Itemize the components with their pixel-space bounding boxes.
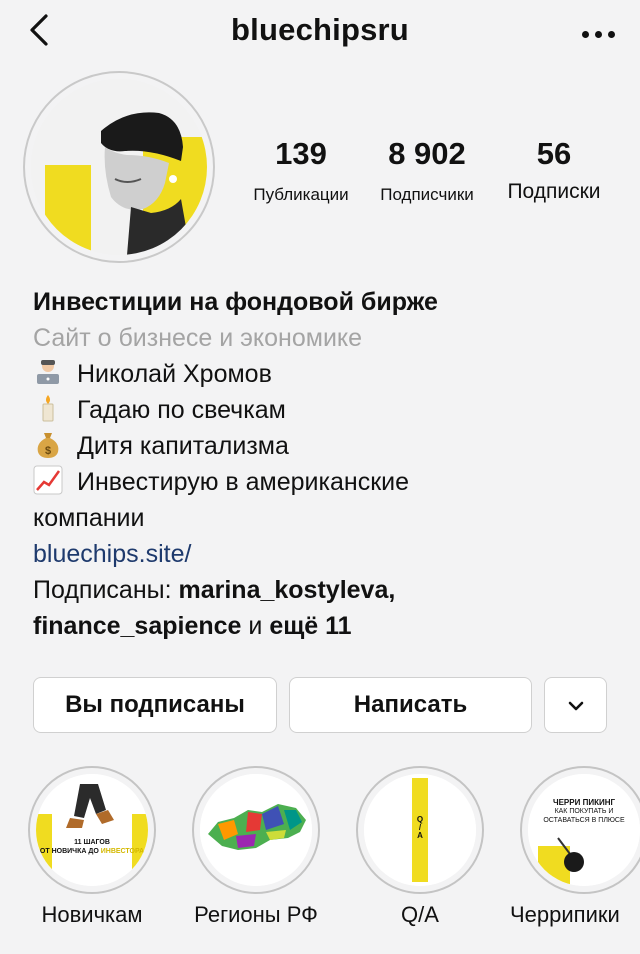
avatar-photo <box>31 79 207 255</box>
bio-line: Инвестирую в американские <box>33 464 623 500</box>
candle-icon <box>33 393 63 423</box>
stat-following[interactable]: 56 Подписки <box>494 136 614 203</box>
top-bar: bluechipsru <box>0 0 640 66</box>
following-count: 56 <box>536 136 572 171</box>
profile-username: bluechipsru <box>231 12 409 47</box>
money-bag-icon: $ <box>33 429 63 459</box>
followed-by-more-link[interactable]: ещё 11 <box>269 612 351 640</box>
svg-text:$: $ <box>45 445 51 457</box>
stat-posts[interactable]: 139 Публикации <box>241 136 361 206</box>
stat-followers[interactable]: 8 902 Подписчики <box>366 136 488 206</box>
highlight-label: Новичкам <box>41 902 143 927</box>
suggestions-dropdown-button[interactable] <box>544 677 607 733</box>
highlight-regions[interactable] <box>192 766 320 894</box>
followers-count: 8 902 <box>388 136 466 171</box>
highlight-cherrypicks[interactable]: ЧЕРРИ ПИКИНГ КАК ПОКУПАТЬ И ОСТАВАТЬСЯ В… <box>520 766 640 894</box>
followed-by-continued: finance_sapience и ещё 11 <box>33 612 352 640</box>
profile-avatar[interactable] <box>23 71 215 263</box>
highlight-cover: 11 ШАГОВ ОТ НОВИЧКА ДО ИНВЕСТОРА <box>36 774 148 886</box>
highlight-novice[interactable]: 11 ШАГОВ ОТ НОВИЧКА ДО ИНВЕСТОРА <box>28 766 156 894</box>
message-button[interactable]: Написать <box>289 677 532 733</box>
highlight-cover: ЧЕРРИ ПИКИНГ КАК ПОКУПАТЬ И ОСТАВАТЬСЯ В… <box>528 774 640 886</box>
profile-bio: Инвестиции на фондовой бирже Сайт о бизн… <box>33 284 623 644</box>
more-options-icon[interactable] <box>576 12 622 52</box>
chevron-down-icon <box>567 700 585 712</box>
following-button[interactable]: Вы подписаны <box>33 677 277 733</box>
posts-label: Публикации <box>253 185 349 204</box>
bio-line: компании <box>33 504 145 532</box>
highlight-label: Q/A <box>401 902 439 927</box>
highlight-qa[interactable]: Q / A <box>356 766 484 894</box>
following-label: Подписки <box>507 180 601 203</box>
profile-category: Сайт о бизнесе и экономике <box>33 324 363 352</box>
highlight-cover <box>200 774 312 886</box>
bio-line: $ Дитя капитализма <box>33 428 623 464</box>
posts-count: 139 <box>275 136 327 171</box>
laptop-person-icon <box>33 357 63 387</box>
followers-label: Подписчики <box>380 185 474 204</box>
bio-line: Гадаю по свечкам <box>33 392 623 428</box>
bio-line: Николай Хромов <box>33 356 623 392</box>
highlight-cover: Q / A <box>364 774 476 886</box>
profile-website-link[interactable]: bluechips.site/ <box>33 536 623 572</box>
highlight-label: Черрипики <box>510 902 620 927</box>
followed-by: Подписаны: marina_kostyleva, <box>33 576 396 604</box>
chart-increasing-icon <box>33 465 63 495</box>
highlight-label: Регионы РФ <box>194 902 318 927</box>
followed-by-user-link[interactable]: marina_kostyleva, <box>179 576 396 604</box>
followed-by-user-link[interactable]: finance_sapience <box>33 612 241 640</box>
profile-display-name: Инвестиции на фондовой бирже <box>33 288 438 316</box>
